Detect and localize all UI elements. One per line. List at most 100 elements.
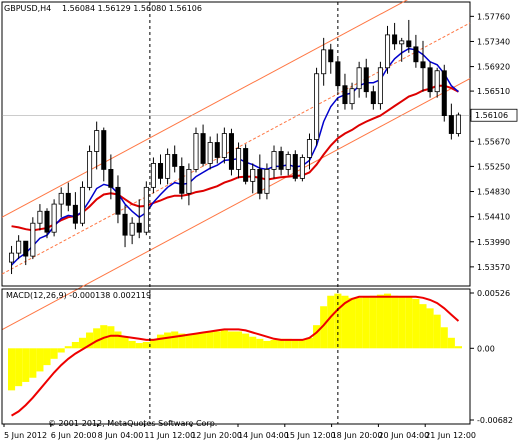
candle-body bbox=[278, 151, 284, 170]
candle-body bbox=[321, 49, 327, 75]
candle bbox=[292, 150, 298, 182]
macd-histogram-bar bbox=[29, 348, 37, 378]
candle-body bbox=[172, 154, 178, 167]
candle-body bbox=[328, 49, 334, 63]
macd-histogram-bar bbox=[71, 341, 79, 349]
candle-body bbox=[455, 114, 461, 134]
candle-body bbox=[448, 115, 454, 134]
candle-body bbox=[122, 213, 128, 236]
candle-body bbox=[150, 163, 156, 188]
chart-svg: 1.577601.573401.569201.565101.560901.556… bbox=[0, 0, 518, 444]
macd-histogram-bar bbox=[121, 336, 129, 349]
macd-histogram-bar bbox=[114, 331, 122, 349]
x-tick-label: 14 Jun 04:00 bbox=[238, 431, 289, 440]
candle-body bbox=[207, 142, 213, 164]
macd-histogram-bar bbox=[93, 328, 101, 349]
candle-body bbox=[427, 67, 433, 93]
candle-body bbox=[285, 154, 291, 170]
candle-body bbox=[165, 154, 171, 179]
candle-body bbox=[349, 88, 355, 105]
candle-body bbox=[399, 40, 405, 45]
candle-body bbox=[9, 252, 15, 263]
candle bbox=[377, 61, 383, 110]
macd-histogram-bar bbox=[327, 295, 335, 349]
macd-y-tick-label: -0.00682 bbox=[477, 416, 513, 425]
candle bbox=[30, 217, 36, 260]
candle-body bbox=[292, 154, 298, 179]
macd-histogram-bar bbox=[440, 327, 448, 349]
macd-y-tick-label: 0.00526 bbox=[477, 289, 510, 298]
candle-body bbox=[16, 240, 22, 254]
macd-histogram-bar bbox=[171, 331, 179, 349]
macd-histogram-bar bbox=[256, 338, 264, 349]
chart-window: 1.577601.573401.569201.565101.560901.556… bbox=[0, 0, 518, 444]
candle-body bbox=[79, 186, 86, 224]
candle-body bbox=[257, 169, 263, 194]
macd-histogram-bar bbox=[8, 348, 16, 391]
macd-histogram-bar bbox=[291, 339, 299, 349]
macd-histogram-bar bbox=[192, 333, 200, 349]
macd-histogram-bar bbox=[164, 332, 172, 349]
candle bbox=[51, 199, 57, 237]
candle-body bbox=[228, 133, 234, 170]
candle-body bbox=[363, 67, 369, 93]
macd-histogram-bar bbox=[270, 339, 278, 349]
macd-histogram-bar bbox=[22, 348, 30, 382]
macd-histogram-bar bbox=[355, 297, 363, 349]
candle bbox=[228, 128, 234, 176]
y-tick-label: 1.53990 bbox=[477, 238, 510, 247]
candle-body bbox=[314, 73, 320, 140]
candle-body bbox=[23, 240, 29, 257]
macd-histogram-bar bbox=[383, 293, 392, 349]
candle-body bbox=[370, 91, 376, 105]
macd-histogram-bar bbox=[426, 308, 434, 349]
candle-body bbox=[136, 222, 142, 233]
candle-body bbox=[87, 151, 93, 188]
candle-body bbox=[193, 133, 199, 170]
candle-body bbox=[236, 148, 242, 170]
x-tick-label: 6 Jun 20:00 bbox=[51, 431, 97, 440]
y-tick-label: 1.54830 bbox=[477, 188, 510, 197]
candle-body bbox=[115, 186, 121, 215]
candle-body bbox=[143, 186, 149, 233]
macd-histogram-bar bbox=[213, 331, 221, 349]
candle-body bbox=[384, 34, 391, 69]
macd-histogram-bar bbox=[412, 298, 420, 349]
macd-histogram-bar bbox=[298, 339, 306, 349]
candle-body bbox=[434, 70, 440, 93]
candle-body bbox=[306, 139, 313, 158]
candle bbox=[441, 64, 447, 122]
candle-body bbox=[179, 166, 185, 194]
candle-body bbox=[342, 85, 348, 105]
y-tick-label: 1.57760 bbox=[477, 12, 510, 21]
macd-histogram-bar bbox=[376, 294, 384, 349]
ohlc-readout: 1.56084 1.56129 1.56080 1.56106 bbox=[62, 4, 202, 13]
macd-histogram-bar bbox=[156, 334, 165, 349]
macd-histogram-bar bbox=[419, 304, 427, 349]
x-tick-label: 21 Jun 12:00 bbox=[425, 431, 476, 440]
macd-histogram-bar bbox=[57, 348, 65, 353]
macd-histogram-bar bbox=[78, 337, 87, 349]
macd-histogram-bar bbox=[227, 331, 235, 349]
x-tick-label: 11 Jun 12:00 bbox=[144, 431, 195, 440]
macd-histogram-bar bbox=[235, 331, 243, 349]
candle bbox=[79, 181, 86, 227]
macd-histogram-bar bbox=[142, 341, 150, 349]
x-tick-label: 5 Jun 2012 bbox=[4, 431, 47, 440]
macd-histogram-bar bbox=[249, 336, 257, 349]
candle bbox=[314, 67, 320, 146]
macd-histogram-bar bbox=[348, 297, 356, 349]
macd-histogram-bar bbox=[447, 337, 455, 349]
y-tick-label: 1.57340 bbox=[477, 37, 510, 46]
candle-body bbox=[271, 151, 277, 170]
candle bbox=[243, 144, 249, 185]
candle-body bbox=[420, 61, 426, 69]
macd-histogram-bar bbox=[128, 340, 136, 349]
candle-body bbox=[356, 67, 362, 90]
current-price-label: 1.56106 bbox=[475, 111, 508, 120]
macd-histogram-bar bbox=[36, 348, 44, 372]
candle-body bbox=[157, 163, 164, 179]
candle bbox=[143, 181, 149, 236]
macd-histogram-bar bbox=[362, 296, 370, 349]
candle-body bbox=[377, 67, 383, 105]
